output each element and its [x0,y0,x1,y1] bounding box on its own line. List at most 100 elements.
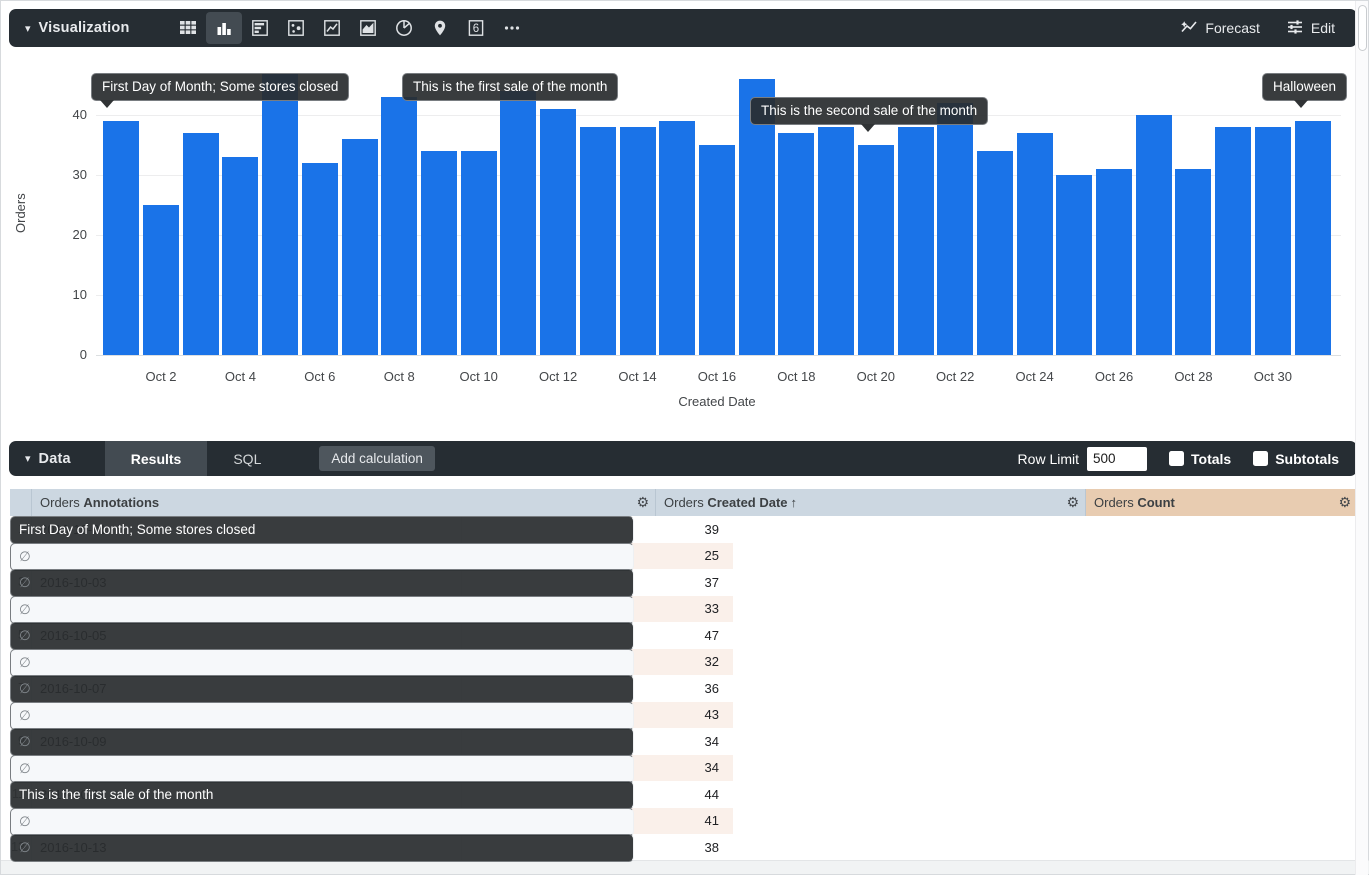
vertical-scrollbar[interactable] [1355,1,1368,875]
x-tick-label: Oct 16 [689,369,745,384]
add-calculation-button[interactable]: Add calculation [319,446,435,471]
bar-2016-10-04[interactable] [222,157,258,355]
null-value-symbol: ∅ [19,835,31,861]
looker-explore-window: ▾ Visualization [0,0,1369,875]
annotation-cell[interactable]: First Day of Month; Some stores closed [10,516,634,544]
annotation-cell[interactable]: This is the first sale of the month [10,781,634,809]
bar-2016-10-24[interactable] [1017,133,1053,355]
annotation-cell[interactable]: ∅ [10,622,634,650]
sort-ascending-icon: ↑ [791,495,798,510]
forecast-button[interactable]: Forecast [1180,18,1259,39]
collapse-caret-icon[interactable]: ▾ [25,22,31,35]
bar-2016-10-01[interactable] [103,121,139,355]
bar-2016-10-27[interactable] [1136,115,1172,355]
totals-checkbox[interactable] [1169,451,1184,466]
scatter-plot-icon[interactable] [278,12,314,44]
x-tick-label: Oct 30 [1245,369,1301,384]
bar-2016-10-08[interactable] [381,97,417,355]
row-limit-input[interactable] [1087,447,1147,471]
more-icon[interactable] [494,12,530,44]
bar-2016-10-18[interactable] [778,133,814,355]
bar-2016-10-22[interactable] [937,103,973,355]
bar-2016-10-29[interactable] [1215,127,1251,355]
annotation-cell[interactable]: ∅ [10,675,634,703]
edit-button[interactable]: Edit [1286,18,1335,39]
totals-checkbox-group[interactable]: Totals [1169,451,1231,467]
null-value-symbol: ∅ [19,756,31,782]
pie-chart-icon[interactable] [386,12,422,44]
table-icon[interactable] [170,12,206,44]
subtotals-label: Subtotals [1275,451,1339,467]
bar-2016-10-14[interactable] [620,127,656,355]
bar-2016-10-06[interactable] [302,163,338,355]
annotation-cell[interactable]: ∅ [10,834,634,862]
bar-2016-10-09[interactable] [421,151,457,355]
bar-2016-10-28[interactable] [1175,169,1211,355]
bar-2016-10-23[interactable] [977,151,1013,355]
map-pin-icon[interactable] [422,12,458,44]
bar-2016-10-03[interactable] [183,133,219,355]
tab-results[interactable]: Results [105,441,208,476]
bar-2016-10-05[interactable] [262,73,298,355]
annotation-cell[interactable]: ∅ [10,543,634,571]
column-header-label: Orders Count [1086,495,1338,510]
bar-2016-10-13[interactable] [580,127,616,355]
x-axis-line [96,355,1341,356]
visualization-panel-title[interactable]: Visualization [39,20,130,36]
chart-annotation[interactable]: First Day of Month; Some stores closed [91,73,349,101]
line-chart-icon[interactable] [314,12,350,44]
table-row: 1First Day of Month; Some stores closed2… [10,516,1357,543]
subtotals-checkbox[interactable] [1253,451,1268,466]
bar-2016-10-19[interactable] [818,127,854,355]
bar-2016-10-20[interactable] [858,145,894,355]
annotation-cell[interactable]: ∅ [10,702,634,730]
bar-2016-10-30[interactable] [1255,127,1291,355]
horizontal-bar-chart-icon[interactable] [242,12,278,44]
bar-2016-10-21[interactable] [898,127,934,355]
annotation-pointer [861,124,875,132]
column-gear-icon[interactable]: ⚙ [636,495,649,511]
column-gear-icon[interactable]: ⚙ [1066,495,1079,511]
chart-annotation[interactable]: This is the second sale of the month [750,97,988,125]
null-value-symbol: ∅ [19,623,31,649]
chart-annotation[interactable]: Halloween [1262,73,1347,101]
column-gear-icon[interactable]: ⚙ [1338,495,1351,511]
annotation-cell[interactable]: ∅ [10,596,634,624]
forecast-label: Forecast [1205,20,1259,36]
bar-2016-10-02[interactable] [143,205,179,355]
y-axis-title: Orders [13,193,28,233]
bar-2016-10-10[interactable] [461,151,497,355]
column-header-annotations[interactable]: Orders Annotations⚙ [32,489,656,516]
annotation-cell[interactable]: ∅ [10,728,634,756]
bar-2016-10-26[interactable] [1096,169,1132,355]
edit-settings-icon [1286,18,1304,39]
bar-2016-10-15[interactable] [659,121,695,355]
vertical-scrollbar-thumb[interactable] [1358,5,1367,51]
bar-2016-10-12[interactable] [540,109,576,355]
bar-2016-10-07[interactable] [342,139,378,355]
column-header-created-date[interactable]: Orders Created Date↑⚙ [656,489,1086,516]
chart-annotation[interactable]: This is the first sale of the month [402,73,618,101]
bar-2016-10-25[interactable] [1056,175,1092,355]
x-tick-label: Oct 24 [1007,369,1063,384]
svg-text:6: 6 [472,23,478,35]
data-panel-title[interactable]: Data [39,451,71,467]
annotation-cell[interactable]: ∅ [10,808,634,836]
column-header-count[interactable]: Orders Count⚙ [1086,489,1357,516]
y-tick-label: 0 [53,347,87,362]
single-value-icon[interactable]: 6 [458,12,494,44]
bar-2016-10-11[interactable] [500,91,536,355]
column-chart-icon[interactable] [206,12,242,44]
tab-sql[interactable]: SQL [207,441,287,476]
subtotals-checkbox-group[interactable]: Subtotals [1253,451,1339,467]
table-row: 11This is the first sale of the month201… [10,781,1357,808]
horizontal-scrollbar[interactable] [1,860,1369,874]
bar-2016-10-16[interactable] [699,145,735,355]
area-chart-icon[interactable] [350,12,386,44]
annotation-cell[interactable]: ∅ [10,569,634,597]
table-row: 13∅2016-10-1338 [10,834,1357,861]
annotation-cell[interactable]: ∅ [10,649,634,677]
annotation-cell[interactable]: ∅ [10,755,634,783]
collapse-caret-icon[interactable]: ▾ [25,452,31,465]
bar-2016-10-31[interactable] [1295,121,1331,355]
